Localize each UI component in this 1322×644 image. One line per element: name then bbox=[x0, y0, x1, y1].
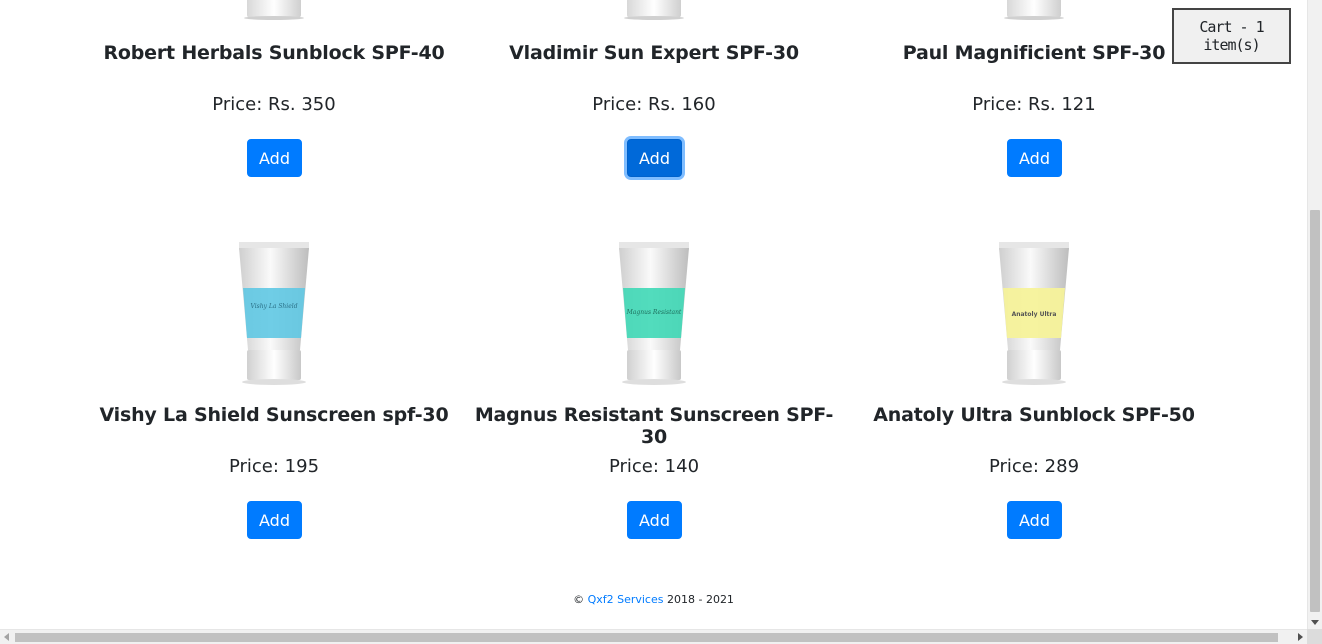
scroll-left-arrow-icon[interactable] bbox=[4, 633, 9, 641]
tube-brand-label: Magnus Resistant bbox=[626, 309, 682, 316]
product-price: Price: Rs. 350 bbox=[212, 94, 336, 115]
add-button[interactable]: Add bbox=[627, 501, 682, 539]
product-name: Magnus Resistant Sunscreen SPF-30 bbox=[474, 404, 834, 448]
product-name: Anatoly Ultra Sunblock SPF-50 bbox=[873, 404, 1195, 426]
scrollbar-corner bbox=[1307, 629, 1322, 644]
scroll-down-arrow-icon[interactable] bbox=[1311, 620, 1319, 625]
scrollbar-thumb[interactable] bbox=[15, 633, 1278, 642]
scroll-right-arrow-icon[interactable] bbox=[1298, 633, 1303, 641]
product-name: Robert Herbals Sunblock SPF-40 bbox=[103, 42, 445, 64]
add-button[interactable]: Add bbox=[1007, 139, 1062, 177]
product-image bbox=[464, 0, 844, 20]
add-button[interactable]: Add bbox=[627, 139, 682, 177]
product-image bbox=[844, 0, 1224, 20]
add-button[interactable]: Add bbox=[247, 139, 302, 177]
horizontal-scrollbar[interactable] bbox=[0, 629, 1307, 644]
add-button[interactable]: Add bbox=[1007, 501, 1062, 539]
sunscreen-tube-icon: Anatoly Ultra bbox=[999, 242, 1069, 385]
product-name: Vishy La Shield Sunscreen spf-30 bbox=[99, 404, 449, 426]
product-price: Price: Rs. 160 bbox=[592, 94, 716, 115]
cart-button[interactable]: Cart - 1 item(s) bbox=[1172, 8, 1291, 64]
product-price: Price: 140 bbox=[608, 456, 700, 477]
product-price: Price: 289 bbox=[988, 456, 1080, 477]
product-image: Magnus Resistant bbox=[464, 238, 844, 388]
footer-years: 2018 - 2021 bbox=[666, 593, 734, 606]
product-image: Anatoly Ultra bbox=[844, 238, 1224, 388]
sunscreen-tube-icon bbox=[624, 0, 684, 20]
sunscreen-tube-icon bbox=[1004, 0, 1064, 20]
product-image: Vishy La Shield bbox=[84, 238, 464, 388]
footer: © Qxf2 Services 2018 - 2021 bbox=[0, 593, 1307, 606]
sunscreen-tube-icon: Vishy La Shield bbox=[239, 242, 309, 385]
page-viewport: Robert Herbals Sunblock SPF-40 Price: Rs… bbox=[0, 0, 1307, 629]
product-price: Price: 195 bbox=[228, 456, 320, 477]
scrollbar-thumb[interactable] bbox=[1310, 210, 1320, 612]
tube-brand-label: Anatoly Ultra bbox=[1012, 311, 1057, 318]
product-price: Price: Rs. 121 bbox=[972, 94, 1096, 115]
vertical-scrollbar[interactable] bbox=[1307, 0, 1322, 629]
add-button[interactable]: Add bbox=[247, 501, 302, 539]
product-name: Paul Magnificient SPF-30 bbox=[902, 42, 1166, 64]
sunscreen-tube-icon: Magnus Resistant bbox=[619, 242, 689, 385]
product-name: Vladimir Sun Expert SPF-30 bbox=[509, 42, 799, 64]
footer-link[interactable]: Qxf2 Services bbox=[588, 593, 664, 606]
copyright-symbol: © bbox=[573, 593, 585, 606]
product-image bbox=[84, 0, 464, 20]
sunscreen-tube-icon bbox=[244, 0, 304, 20]
tube-brand-label: Vishy La Shield bbox=[250, 303, 297, 310]
